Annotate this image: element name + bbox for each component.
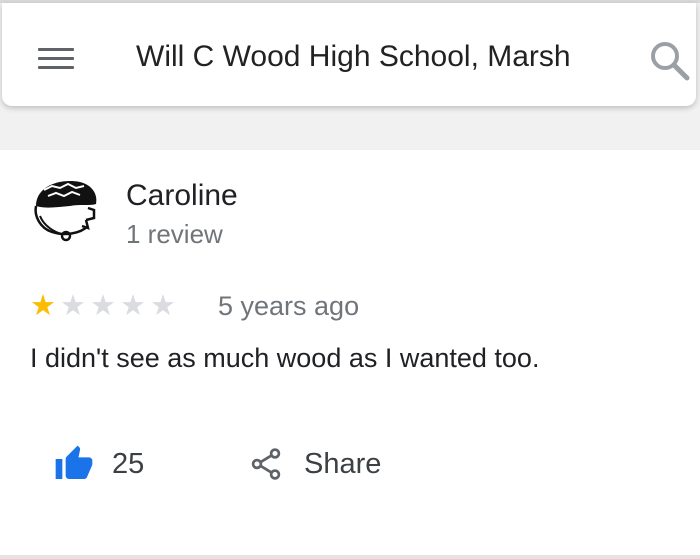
search-input[interactable] [136,37,610,77]
avatar[interactable] [30,176,102,248]
review-timestamp: 5 years ago [218,291,360,321]
thumb-up-icon [55,445,93,479]
star-icon: ★ [60,290,86,322]
search-icon[interactable] [648,39,692,83]
review-text: I didn't see as much wood as I wanted to… [30,343,540,373]
star-rating: ★ ★ ★ ★ ★ [30,290,176,322]
menu-icon-line-middle [38,57,74,60]
star-icon: ★ [90,290,116,322]
search-bar [2,3,696,106]
menu-button[interactable] [36,43,76,73]
star-icon: ★ [120,290,146,322]
author-name[interactable]: Caroline [126,178,238,214]
menu-icon-line-bottom [38,66,74,69]
share-button[interactable]: Share [248,442,381,486]
share-label: Share [304,448,382,480]
like-count: 25 [112,448,145,480]
like-button[interactable]: 25 [54,442,144,486]
share-icon [251,448,281,480]
star-icon: ★ [150,290,176,322]
menu-icon-line-top [38,48,74,51]
star-icon: ★ [30,290,56,322]
author-review-count: 1 review [126,219,223,249]
bottom-divider [0,555,700,559]
